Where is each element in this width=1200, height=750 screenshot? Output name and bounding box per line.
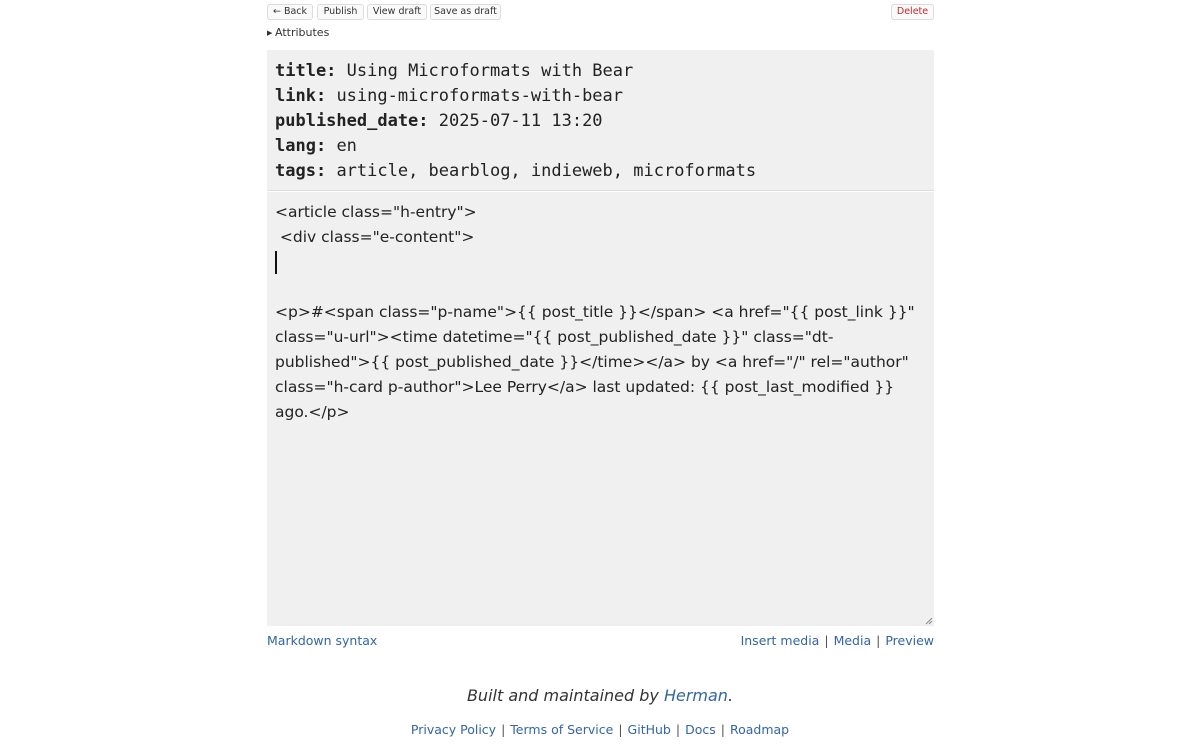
attribute-key: lang: [275, 136, 327, 156]
editor-links-bar: Markdown syntax Insert media | Media | Previ… [267, 633, 934, 649]
built-by-credit: Built and maintained by Herman. [0, 686, 1200, 705]
attribute-key: title: [275, 61, 337, 81]
attribute-row-tags: tags: article, bearblog, indieweb, micro… [275, 159, 926, 184]
attributes-toggle-label: Attributes [275, 26, 330, 39]
attribute-key: published_date: [275, 111, 429, 131]
privacy-policy-link[interactable]: Privacy Policy [411, 722, 496, 737]
built-by-suffix: . [727, 686, 734, 705]
resize-handle-icon[interactable] [925, 617, 933, 625]
markdown-syntax-link[interactable]: Markdown syntax [267, 633, 377, 648]
footer-links: Privacy Policy | Terms of Service | GitHub | D… [0, 722, 1200, 737]
back-button[interactable]: ← Back [267, 4, 313, 20]
separator: | [501, 722, 506, 737]
separator: | [824, 633, 829, 648]
editor-blank-line [275, 275, 926, 300]
editor-paragraph: <p>#<span class="p-name">{{ post_title }… [275, 303, 915, 421]
preview-link[interactable]: Preview [885, 633, 934, 648]
editor-line: <article class="h-entry"> [275, 203, 477, 221]
terms-of-service-link[interactable]: Terms of Service [510, 722, 613, 737]
save-as-draft-button[interactable]: Save as draft [430, 4, 501, 20]
built-by-text: Built and maintained by [466, 686, 664, 705]
attribute-row-published-date: published_date: 2025-07-11 13:20 [275, 109, 926, 134]
roadmap-link[interactable]: Roadmap [730, 722, 789, 737]
attribute-key: link: [275, 86, 327, 106]
attributes-toggle[interactable]: ▶ Attributes [267, 26, 329, 40]
view-draft-button[interactable]: View draft [367, 4, 427, 20]
editor-line: <div class="e-content"> [275, 228, 475, 246]
body-editor-textarea[interactable]: <article class="h-entry"> <div class="e-… [267, 192, 934, 626]
attribute-key: tags: [275, 161, 327, 181]
attribute-row-title: title: Using Microformats with Bear [275, 59, 926, 84]
separator: | [720, 722, 725, 737]
text-caret [275, 251, 277, 274]
delete-button[interactable]: Delete [891, 4, 934, 20]
attributes-header-field[interactable]: title: Using Microformats with Bear link… [267, 50, 934, 191]
separator: | [675, 722, 681, 737]
separator: | [618, 722, 623, 737]
docs-link[interactable]: Docs [685, 722, 716, 737]
attribute-row-lang: lang: en [275, 134, 926, 159]
insert-media-link[interactable]: Insert media [741, 633, 820, 648]
github-link[interactable]: GitHub [628, 722, 671, 737]
attribute-value: using-microformats-with-bear [336, 86, 624, 106]
attribute-value: Using Microformats with Bear [346, 61, 634, 81]
attribute-row-link: link: using-microformats-with-bear [275, 84, 926, 109]
separator: | [876, 633, 881, 648]
editor-caret-line [275, 250, 926, 275]
triangle-right-icon: ▶ [267, 29, 273, 37]
attribute-value: article, bearblog, indieweb, microformat… [336, 161, 757, 181]
publish-button[interactable]: Publish [317, 4, 364, 20]
media-link[interactable]: Media [834, 633, 872, 648]
toolbar: ← Back Publish View draft Save as draft … [267, 4, 934, 20]
attribute-value: 2025-07-11 13:20 [438, 111, 603, 131]
attribute-value: en [336, 136, 357, 156]
herman-link[interactable]: Herman [664, 686, 728, 705]
